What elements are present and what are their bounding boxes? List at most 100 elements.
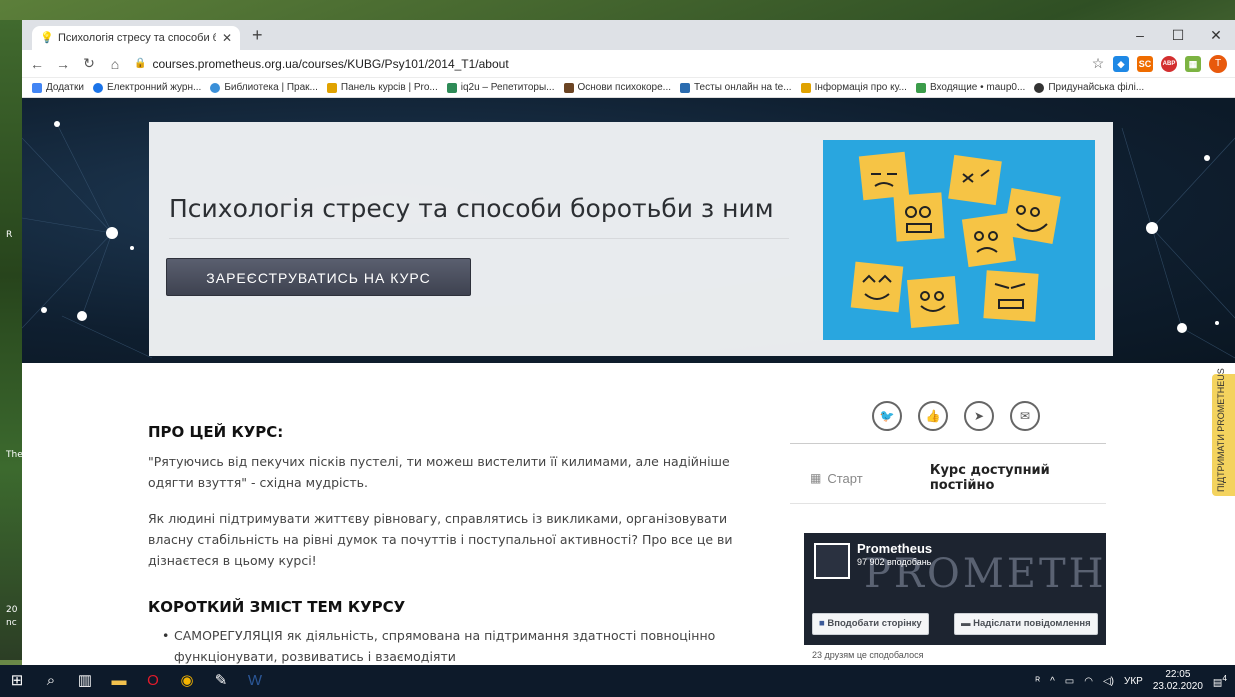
clock[interactable]: 22:05 23.02.2020 xyxy=(1153,669,1203,693)
windows-start-icon[interactable]: ⊞ xyxy=(0,665,34,697)
like-share-icon[interactable]: 👍 xyxy=(918,401,948,431)
browser-window: 💡 Психологія стресу та способи б ✕ + – ☐… xyxy=(22,20,1235,665)
share-buttons: 🐦 👍 ➤ ✉ xyxy=(872,401,1040,431)
support-prometheus-tab[interactable]: ПІДТРИМАТИ PROMETHEUS xyxy=(1212,368,1235,496)
sidebar-divider xyxy=(790,503,1106,504)
enroll-button[interactable]: ЗАРЕЄСТРУВАТИСЬ НА КУРС xyxy=(166,258,471,296)
forward-icon[interactable]: → xyxy=(56,56,70,72)
address-bar: ← → ↻ ⌂ 🔒 courses.prometheus.org.ua/cour… xyxy=(22,50,1235,78)
extension-4-icon[interactable]: ▦ xyxy=(1185,55,1201,72)
tab-title: Психологія стресу та способи б xyxy=(58,32,216,44)
clock-date: 23.02.2020 xyxy=(1152,681,1203,692)
bookmark-favicon-icon xyxy=(800,82,811,93)
task-view-icon[interactable]: ▥ xyxy=(68,665,102,697)
notification-icon[interactable]: ▤4 xyxy=(1213,673,1227,688)
volume-icon[interactable]: ◁) xyxy=(1103,676,1114,687)
bookmark-favicon-icon xyxy=(210,82,221,93)
course-content: ПРО ЦЕЙ КУРС: "Рятуючись від пекучих піс… xyxy=(22,363,1235,665)
bookmark-favicon-icon xyxy=(92,82,103,93)
summary-heading: КОРОТКИЙ ЗМІСТ ТЕМ КУРСУ xyxy=(148,598,406,616)
language-indicator[interactable]: УКР xyxy=(1124,676,1143,687)
facebook-page-widget: PROMETHEUS Prometheus 97 902 вподобань ■… xyxy=(804,533,1106,665)
bookmark-item[interactable]: Інформація про ку... xyxy=(800,82,907,93)
lock-icon: 🔒 xyxy=(134,58,147,69)
bookmark-item[interactable]: Входящие • maup0... xyxy=(915,82,1025,93)
home-icon[interactable]: ⌂ xyxy=(108,56,122,72)
summary-list-item: САМОРЕГУЛЯЦІЯ як діяльність, спрямована … xyxy=(162,625,734,665)
about-description: Як людині підтримувати життєву рівновагу… xyxy=(148,511,733,568)
browser-tab[interactable]: 💡 Психологія стресу та способи б ✕ xyxy=(32,26,240,50)
start-label: Старт xyxy=(827,470,863,486)
sticky-notes-illustration xyxy=(850,151,1061,329)
facebook-like-button[interactable]: ■ Вподобати сторінку xyxy=(812,613,929,635)
app-icon[interactable]: ✎ xyxy=(204,665,238,697)
reload-icon[interactable]: ↻ xyxy=(82,55,96,72)
maximize-icon[interactable]: ☐ xyxy=(1159,20,1197,50)
back-icon[interactable]: ← xyxy=(30,56,44,72)
support-prometheus-label: ПІДТРИМАТИ PROMETHEUS xyxy=(1216,368,1226,492)
extension-1-icon[interactable]: ◆ xyxy=(1113,55,1129,72)
course-hero: Психологія стресу та способи боротьби з … xyxy=(22,98,1235,363)
bookmark-favicon-icon xyxy=(1034,82,1045,93)
notification-count: 4 xyxy=(1222,673,1227,684)
facebook-friends-liked: 23 друзям це сподобалося xyxy=(804,645,1106,665)
bookmark-item[interactable]: Електронний журн... xyxy=(92,82,201,93)
windows-taskbar: ⊞ ⌕ ▥ ▬ O ◉ ✎ W ᴿ ^ ▭ ◠ ◁) УКР 22:05 23.… xyxy=(0,665,1235,697)
tab-bar: 💡 Психологія стресу та способи б ✕ + – ☐… xyxy=(22,20,1235,50)
bookmark-favicon-icon xyxy=(915,82,926,93)
desktop-icons-strip: R The 20 nc xyxy=(0,20,23,660)
bookmark-favicon-icon xyxy=(326,82,337,93)
opera-icon[interactable]: O xyxy=(136,665,170,697)
system-tray: ᴿ ^ ▭ ◠ ◁) УКР 22:05 23.02.2020 ▤4 xyxy=(1036,665,1227,697)
profile-avatar[interactable]: T xyxy=(1209,54,1227,73)
course-title: Психологія стресу та способи боротьби з … xyxy=(169,194,774,223)
facebook-likes-count: 97 902 вподобань xyxy=(857,557,932,567)
messenger-icon: ▬ xyxy=(961,618,974,629)
wifi-icon[interactable]: ◠ xyxy=(1084,676,1093,687)
chrome-icon[interactable]: ◉ xyxy=(170,665,204,697)
course-start-row: ▦ Старт Курс доступний постійно xyxy=(810,463,1106,493)
start-value: Курс доступний постійно xyxy=(929,463,1050,493)
about-heading: ПРО ЦЕЙ КУРС: xyxy=(148,423,284,441)
tray-chevron-icon[interactable]: ^ xyxy=(1050,676,1055,687)
bookmark-item[interactable]: Тесты онлайн на te... xyxy=(680,82,792,93)
title-divider xyxy=(169,238,789,239)
telegram-share-icon[interactable]: ➤ xyxy=(964,401,994,431)
prometheus-favicon-icon: 💡 xyxy=(40,32,54,44)
search-icon[interactable]: ⌕ xyxy=(34,665,68,697)
bookmark-apps[interactable]: Додатки xyxy=(32,82,84,93)
calendar-icon: ▦ xyxy=(810,471,822,485)
url-field[interactable]: 🔒 courses.prometheus.org.ua/courses/KUBG… xyxy=(134,52,1079,76)
apps-grid-icon xyxy=(32,82,42,93)
minimize-icon[interactable]: – xyxy=(1121,20,1159,50)
people-icon[interactable]: ᴿ xyxy=(1036,676,1041,687)
twitter-share-icon[interactable]: 🐦 xyxy=(872,401,902,431)
close-window-icon[interactable]: ✕ xyxy=(1197,20,1235,50)
bookmark-item[interactable]: iq2u – Репетиторы... xyxy=(446,82,555,93)
clock-time: 22:05 xyxy=(1165,669,1191,680)
facebook-message-button[interactable]: ▬ Надіслати повідомлення xyxy=(954,613,1098,635)
word-icon[interactable]: W xyxy=(238,665,272,697)
url-text: courses.prometheus.org.ua/courses/KUBG/P… xyxy=(152,56,509,71)
sidebar-divider xyxy=(790,443,1106,444)
bookmark-favicon-icon xyxy=(563,82,574,93)
about-quote: "Рятуючись від пекучих пісків пустелі, т… xyxy=(148,454,730,490)
battery-icon[interactable]: ▭ xyxy=(1065,676,1074,687)
tab-close-icon[interactable]: ✕ xyxy=(222,31,232,45)
adblock-icon[interactable]: ABP xyxy=(1161,55,1177,72)
bookmark-item[interactable]: Панель курсів | Pro... xyxy=(326,82,438,93)
bookmark-star-icon[interactable]: ☆ xyxy=(1091,55,1105,72)
web-page: Психологія стресу та способи боротьби з … xyxy=(22,98,1235,665)
prometheus-logo[interactable] xyxy=(814,543,850,579)
facebook-page-name[interactable]: Prometheus xyxy=(857,541,932,556)
course-hero-card: Психологія стресу та способи боротьби з … xyxy=(149,122,1113,356)
bookmark-favicon-icon xyxy=(680,82,690,93)
bookmark-favicon-icon xyxy=(446,82,457,93)
bookmark-item[interactable]: Придунайська філі... xyxy=(1034,82,1144,93)
bookmark-item[interactable]: Библиотека | Прак... xyxy=(210,82,318,93)
email-share-icon[interactable]: ✉ xyxy=(1010,401,1040,431)
extension-2-icon[interactable]: SC xyxy=(1137,55,1153,72)
new-tab-icon[interactable]: + xyxy=(252,25,263,46)
file-explorer-icon[interactable]: ▬ xyxy=(102,665,136,697)
bookmark-item[interactable]: Основи психокоре... xyxy=(563,82,671,93)
